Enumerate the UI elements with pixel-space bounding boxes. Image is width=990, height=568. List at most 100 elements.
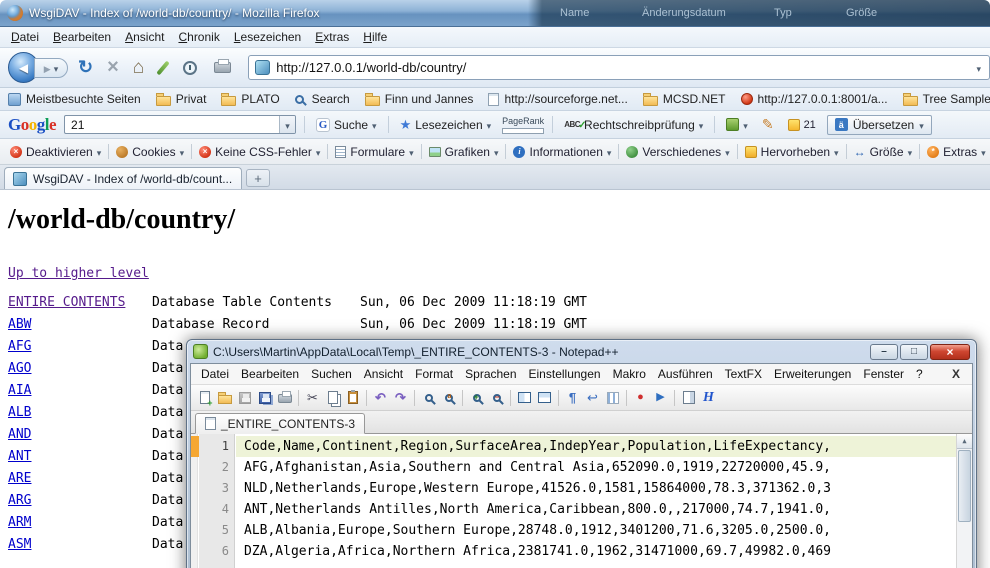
npp-html-preview-icon[interactable]: H — [699, 388, 718, 407]
line-text[interactable]: ALB,Albania,Europe,Southern Europe,28748… — [236, 520, 956, 541]
url-text[interactable]: http://127.0.0.1/world-db/country/ — [276, 60, 968, 75]
listing-link[interactable]: ANT — [8, 446, 152, 468]
google-search-button[interactable]: Suche — [313, 116, 380, 134]
webdev-item-disable[interactable]: Deaktivieren — [6, 145, 105, 159]
listing-link[interactable]: ARG — [8, 490, 152, 512]
npp-maximize-button[interactable] — [900, 344, 928, 360]
quill-icon[interactable] — [157, 60, 170, 75]
forward-button[interactable] — [34, 58, 68, 78]
npp-menu-erweiterungen[interactable]: Erweiterungen — [768, 365, 857, 383]
npp-word-wrap-icon[interactable]: ↩ — [583, 388, 602, 407]
print-button[interactable] — [214, 62, 231, 73]
listing-link[interactable]: ARM — [8, 512, 152, 534]
webdev-item-resize[interactable]: Größe — [850, 145, 917, 159]
firefox-menu-chronik[interactable]: Chronik — [171, 28, 226, 46]
npp-menu-suchen[interactable]: Suchen — [305, 365, 358, 383]
bookmark-item[interactable]: Finn und Jannes — [365, 92, 474, 106]
bookmark-item[interactable]: http://127.0.0.1:8001/a... — [741, 92, 888, 106]
line-text[interactable]: AFG,Afghanistan,Asia,Southern and Centra… — [236, 457, 956, 478]
line-text[interactable]: ANT,Netherlands Antilles,North America,C… — [236, 499, 956, 520]
listing-link[interactable]: AIA — [8, 380, 152, 402]
npp-editor[interactable]: 1Code,Name,Continent,Region,SurfaceArea,… — [191, 434, 972, 568]
listing-link[interactable]: ABW — [8, 314, 152, 336]
bookmark-item[interactable]: Meistbesuchte Seiten — [8, 92, 141, 106]
listing-link[interactable]: ARE — [8, 468, 152, 490]
listing-link[interactable]: AGO — [8, 358, 152, 380]
npp-show-symbols-icon[interactable]: ¶ — [563, 388, 582, 407]
npp-save-all-icon[interactable] — [255, 388, 274, 407]
firefox-menu-extras[interactable]: Extras — [308, 28, 356, 46]
highlighter-button[interactable]: 21 — [785, 117, 819, 133]
npp-zoom-out-icon[interactable] — [487, 388, 506, 407]
dropdown-arrow[interactable] — [372, 118, 377, 132]
listing-link[interactable]: AFG — [8, 336, 152, 358]
npp-tab[interactable]: _ENTIRE_CONTENTS-3 — [195, 413, 365, 434]
npp-zoom-in-icon[interactable] — [467, 388, 486, 407]
npp-new-file-icon[interactable] — [195, 388, 214, 407]
webdev-item-form[interactable]: Formulare — [331, 145, 417, 159]
notepadpp-window[interactable]: C:\Users\Martin\AppData\Local\Temp\_ENTI… — [186, 339, 977, 568]
dropdown-arrow[interactable] — [699, 118, 704, 132]
npp-split-vertical-icon[interactable] — [515, 388, 534, 407]
npp-copy-icon[interactable] — [323, 388, 342, 407]
npp-menu-help[interactable]: ? — [910, 365, 929, 383]
reload-button[interactable] — [78, 57, 93, 78]
npp-vertical-scrollbar[interactable]: ▲ — [956, 434, 972, 568]
listing-link[interactable]: ASM — [8, 534, 152, 556]
npp-redo-icon[interactable]: ↷ — [391, 388, 410, 407]
firefox-menu-hilfe[interactable]: Hilfe — [356, 28, 394, 46]
dropdown-arrow[interactable] — [743, 118, 748, 132]
line-text[interactable]: Code,Name,Continent,Region,SurfaceArea,I… — [236, 436, 956, 457]
npp-menu-fenster[interactable]: Fenster — [857, 365, 910, 383]
npp-paste-icon[interactable] — [343, 388, 362, 407]
history-dropdown-arrow[interactable] — [54, 59, 59, 77]
bookmark-item[interactable]: http://sourceforge.net... — [488, 92, 627, 106]
npp-titlebar[interactable]: C:\Users\Martin\AppData\Local\Temp\_ENTI… — [190, 340, 973, 363]
npp-menu-makro[interactable]: Makro — [607, 365, 652, 383]
translate-button[interactable]: Übersetzen — [827, 115, 932, 135]
npp-menu-ausfhren[interactable]: Ausführen — [652, 365, 719, 383]
url-bar[interactable]: http://127.0.0.1/world-db/country/ — [248, 55, 990, 80]
firefox-menu-bearbeiten[interactable]: Bearbeiten — [46, 28, 118, 46]
npp-find-icon[interactable] — [419, 388, 438, 407]
spellcheck-button[interactable]: Rechtschreibprüfung — [561, 116, 706, 134]
npp-split-horizontal-icon[interactable] — [535, 388, 554, 407]
new-tab-button[interactable]: + — [246, 169, 270, 187]
npp-macro-play-icon[interactable]: ▶ — [651, 388, 670, 407]
npp-menu-ansicht[interactable]: Ansicht — [358, 365, 409, 383]
history-clock-icon[interactable] — [183, 61, 197, 75]
npp-doc-map-icon[interactable] — [679, 388, 698, 407]
npp-cut-icon[interactable]: ✂ — [303, 388, 322, 407]
npp-macro-record-icon[interactable]: ● — [631, 388, 650, 407]
up-link[interactable]: Up to higher level — [8, 266, 149, 281]
npp-menu-textfx[interactable]: TextFX — [719, 365, 768, 383]
firefox-menu-lesezeichen[interactable]: Lesezeichen — [227, 28, 308, 46]
dropdown-arrow[interactable] — [487, 118, 492, 132]
webdev-item-info[interactable]: Informationen — [509, 145, 615, 159]
scroll-up-arrow[interactable]: ▲ — [957, 434, 972, 449]
google-search-box[interactable]: 21 — [64, 115, 296, 134]
stop-button[interactable] — [107, 56, 119, 79]
npp-replace-icon[interactable] — [439, 388, 458, 407]
url-dropdown-arrow[interactable] — [974, 59, 983, 77]
webdev-item-highlight[interactable]: Hervorheben — [741, 145, 843, 159]
firefox-menu-datei[interactable]: Datei — [4, 28, 46, 46]
bookmark-item[interactable]: Privat — [156, 92, 207, 106]
npp-menu-sprachen[interactable]: Sprachen — [459, 365, 522, 383]
google-bookmarks-button[interactable]: Lesezeichen — [397, 115, 495, 135]
webdev-item-image[interactable]: Grafiken — [425, 145, 503, 159]
firefox-titlebar[interactable]: WsgiDAV - Index of /world-db/country/ - … — [0, 0, 990, 27]
tab-wsgidav[interactable]: WsgiDAV - Index of /world-db/count... — [4, 167, 242, 189]
webdev-item-extras[interactable]: Extras — [923, 145, 990, 159]
bookmark-item[interactable]: Tree Samples — [903, 92, 990, 106]
autofill-button[interactable] — [723, 116, 751, 134]
google-search-dropdown[interactable] — [279, 116, 295, 133]
bookmark-item[interactable]: PLATO — [221, 92, 279, 106]
webdev-item-css[interactable]: Keine CSS-Fehler — [195, 145, 324, 159]
line-text[interactable]: NLD,Netherlands,Europe,Western Europe,41… — [236, 478, 956, 499]
webdev-item-misc[interactable]: Verschiedenes — [622, 145, 733, 159]
home-button[interactable] — [133, 57, 144, 79]
listing-link[interactable]: ALB — [8, 402, 152, 424]
npp-menu-format[interactable]: Format — [409, 365, 459, 383]
npp-save-icon[interactable] — [235, 388, 254, 407]
